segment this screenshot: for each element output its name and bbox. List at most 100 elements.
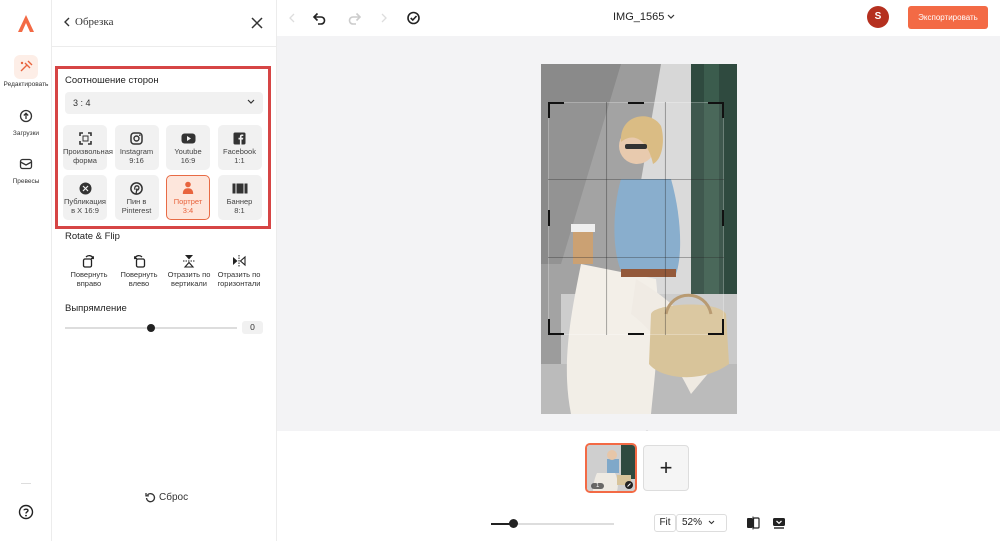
rotate-flip-title: Rotate & Flip [65,231,120,242]
banner-icon [218,181,262,195]
chevron-left-icon[interactable] [283,9,301,27]
zoom-slider-knob[interactable] [508,519,518,528]
x-icon [63,181,107,195]
chevron-down-icon [667,14,675,19]
user-avatar[interactable]: S [867,6,889,28]
option-facebook[interactable]: Facebook 1:1 [217,125,262,170]
redo-icon[interactable] [346,9,364,27]
youtube-icon [166,131,210,145]
bottom-bar: 1 + Fit 52% [277,431,1000,541]
canvas-area [277,36,1000,435]
panel-title: Обрезка [75,16,114,28]
rail-item-label: Превесы [12,178,40,185]
pinterest-icon [115,181,159,195]
rail-item-edit[interactable]: Редактировать [0,55,52,88]
app: Редактировать Загрузки Превесы Обрезка С… [0,0,1000,541]
compare-icon[interactable] [745,515,761,531]
option-pinterest[interactable]: Пин в Pinterest [114,175,159,220]
app-logo-icon[interactable] [16,14,36,34]
rotate-left-icon [114,254,164,268]
rail-item-label: Редактировать [3,81,49,88]
reset-label: Сброс [159,492,189,503]
option-youtube[interactable]: Youtube 16:9 [166,125,210,170]
file-name-dropdown[interactable]: IMG_1565 [613,11,675,23]
chevron-left-icon [64,17,70,27]
cloud-sync-icon[interactable] [404,9,422,27]
aspect-ratio-section: Соотношение сторон 3 : 4 Произвольная фо… [55,66,271,229]
fit-button[interactable]: Fit [654,514,676,532]
undo-icon[interactable] [310,9,328,27]
instagram-icon [115,131,159,145]
option-banner[interactable]: Баннер 8:1 [217,175,262,220]
back-button[interactable]: Обрезка [63,16,113,28]
option-label: Публикация в X 16:9 [64,197,106,215]
option-instagram[interactable]: Instagram 9:16 [114,125,159,170]
straighten-slider-knob[interactable] [147,324,155,332]
help-icon[interactable] [18,504,34,520]
close-icon[interactable] [249,15,265,31]
rotate-right-icon [64,254,114,268]
top-bar: IMG_1565 S Экспортировать [277,0,1000,36]
rail-item-label: Загрузки [12,130,40,137]
rotate-left-label: Повернуть влево [120,270,158,288]
option-freeform[interactable]: Произвольная форма [63,125,113,170]
rotate-left-button[interactable]: Повернуть влево [114,254,164,288]
edit-pencil-icon[interactable] [625,481,633,489]
aspect-ratio-select[interactable]: 3 : 4 [65,92,263,114]
flip-vertical-label: Отразить по вертикали [167,270,211,288]
option-ratio: 8:1 [234,206,245,215]
option-ratio: 9:16 [129,156,144,165]
straighten-label: Выпрямление [65,303,127,314]
rail-divider [21,483,31,484]
upload-icon [14,104,38,128]
flip-horizontal-icon [214,254,264,268]
option-portrait[interactable]: Портрет 3:4 [166,175,210,220]
chevron-right-icon[interactable] [375,9,393,27]
thumbnail-index: 1 [591,483,605,489]
flip-horizontal-button[interactable]: Отразить по горизонтали [214,254,264,288]
option-label: Произвольная форма [63,147,113,165]
edit-icon [14,55,38,79]
option-label: Youtube [174,147,202,156]
page-thumbnail[interactable]: 1 [585,443,637,493]
option-ratio: 1:1 [234,156,245,165]
add-page-button[interactable]: + [643,445,689,491]
option-x-post[interactable]: Публикация в X 16:9 [63,175,107,220]
facebook-icon [218,131,262,145]
aspect-ratio-label: Соотношение сторон [65,75,159,86]
reset-button[interactable]: Сброс [145,492,188,503]
option-label: Баннер [226,197,253,206]
option-ratio: 16:9 [180,156,196,165]
flip-horizontal-label: Отразить по горизонтали [217,270,261,288]
chevron-down-icon [708,520,715,525]
zoom-value: 52% [682,517,703,528]
aspect-options-grid: Произвольная форма Instagram 9:16 Youtub… [63,125,267,220]
export-button[interactable]: Экспортировать [908,6,988,29]
rotate-right-button[interactable]: Повернуть вправо [64,254,114,288]
chevron-down-icon [247,99,255,104]
crop-panel: Обрезка Соотношение сторон 3 : 4 Произво… [52,0,277,541]
option-label: Instagram [119,147,154,156]
rotate-right-label: Повернуть вправо [70,270,108,288]
freeform-icon [63,131,107,145]
left-rail: Редактировать Загрузки Превесы [0,0,52,541]
presets-icon [14,152,38,176]
reset-icon [145,493,156,503]
flip-vertical-button[interactable]: Отразить по вертикали [164,254,214,288]
portrait-icon [167,181,209,195]
option-label: Facebook [223,147,256,156]
panel-header: Обрезка [52,0,277,47]
rail-item-uploads[interactable]: Загрузки [0,104,52,137]
option-label: Портрет [173,196,203,206]
straighten-value[interactable]: 0 [242,321,263,334]
file-name: IMG_1565 [613,11,665,23]
zoom-select[interactable]: 52% [676,514,727,532]
option-label: Пин в Pinterest [121,197,152,215]
rotate-flip-actions: Повернуть вправо Повернуть влево Отразит… [64,254,264,288]
option-ratio: 3:4 [182,205,194,215]
layers-icon[interactable] [771,515,787,531]
flip-vertical-icon [164,254,214,268]
rail-item-presets[interactable]: Превесы [0,152,52,185]
crop-frame[interactable] [548,102,724,335]
aspect-ratio-value: 3 : 4 [73,98,91,108]
